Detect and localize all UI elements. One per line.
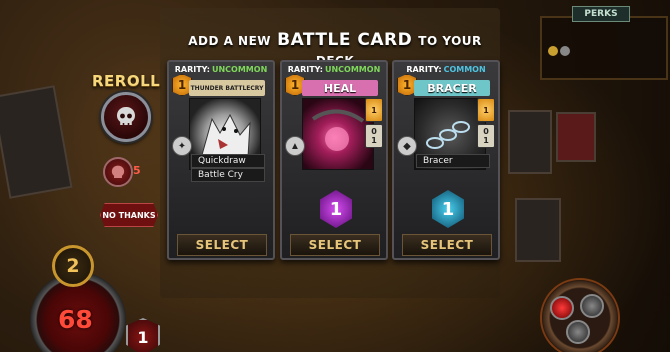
card-art-heal (302, 98, 374, 170)
rarity-value: COMMON (443, 65, 486, 74)
health-value: 68 (58, 305, 93, 334)
gem-top: 1 (483, 105, 489, 115)
triangle-icon: ▲ (285, 136, 305, 156)
rarity-label: RARITY: (174, 65, 210, 74)
no-thanks-button[interactable]: NO THANKS (100, 203, 158, 227)
card-rarity: RARITY: COMMON (394, 65, 498, 74)
background-card-right-3 (515, 198, 561, 262)
rarity-value: UNCOMMON (211, 65, 268, 74)
stat-gem-2: 0 1 (365, 124, 383, 148)
shield-icon: ◆ (397, 136, 417, 156)
heal-art-icon (311, 109, 365, 151)
game-screen: ADD A NEW BATTLE CARD TO YOUR DECK REROL… (0, 0, 670, 352)
gem-top: 0 (371, 127, 377, 136)
ability-2: Battle Cry (191, 168, 265, 182)
stat-gem-1: 1 (477, 98, 495, 122)
gem-top: 0 (483, 127, 489, 136)
background-card-right-2 (556, 112, 596, 162)
reroll-cost: 5 (133, 164, 141, 177)
select-button-1[interactable]: SELECT (177, 234, 267, 256)
perks-panel[interactable] (540, 16, 668, 80)
rarity-value: UNCOMMON (324, 65, 381, 74)
ability-1: Bracer (416, 154, 490, 168)
stat-gem-2: 0 1 (477, 124, 495, 148)
paw-icon: ✦ (172, 136, 192, 156)
play-cost-badge: 1 (320, 190, 352, 228)
skull-coin-icon (111, 165, 125, 178)
gem-bottom: 1 (371, 136, 377, 145)
perks-tab[interactable]: PERKS (572, 6, 630, 22)
card-rarity: RARITY: UNCOMMON (169, 65, 273, 74)
armor-badge: 1 (126, 318, 160, 352)
red-orb-icon[interactable] (550, 296, 574, 320)
select-button-2[interactable]: SELECT (290, 234, 380, 256)
rarity-label: RARITY: (287, 65, 323, 74)
card-rarity: RARITY: UNCOMMON (282, 65, 386, 74)
battle-card-1[interactable]: RARITY: UNCOMMON 1 THUNDER BATTLECRY ✦ Qu… (167, 60, 275, 260)
skull-icon (117, 107, 135, 125)
select-button-3[interactable]: SELECT (402, 234, 492, 256)
perk-slot-1[interactable] (548, 46, 558, 56)
gem-top: 1 (371, 105, 377, 115)
card-title: THUNDER BATTLECRY (189, 80, 265, 96)
perk-slot-2[interactable] (560, 46, 570, 56)
battle-card-2[interactable]: RARITY: UNCOMMON 1 HEAL ▲ 1 0 1 1 SELECT (280, 60, 388, 260)
level-badge: 2 (52, 245, 94, 287)
rarity-label: RARITY: (406, 65, 442, 74)
background-card-left (0, 85, 73, 199)
play-cost-badge: 1 (432, 190, 464, 228)
action-orb-ring[interactable] (540, 278, 620, 352)
battle-card-3[interactable]: RARITY: COMMON 1 BRACER ◆ 1 0 1 Bracer 1 … (392, 60, 500, 260)
background-card-right (508, 110, 552, 174)
reroll-button[interactable] (101, 92, 151, 142)
stat-gem-1: 1 (365, 98, 383, 122)
card-title: HEAL (302, 80, 378, 96)
gray-orb-icon-2[interactable] (566, 320, 590, 344)
card-title: BRACER (414, 80, 490, 96)
reroll-label: REROLL (92, 72, 161, 90)
reroll-cost-coin (103, 157, 133, 187)
ability-1: Quickdraw (191, 154, 265, 168)
gray-orb-icon-1[interactable] (580, 294, 604, 318)
gem-bottom: 1 (483, 136, 489, 145)
header-text-2: BATTLE CARD (277, 30, 413, 50)
header-text-1: ADD A NEW (188, 34, 272, 48)
